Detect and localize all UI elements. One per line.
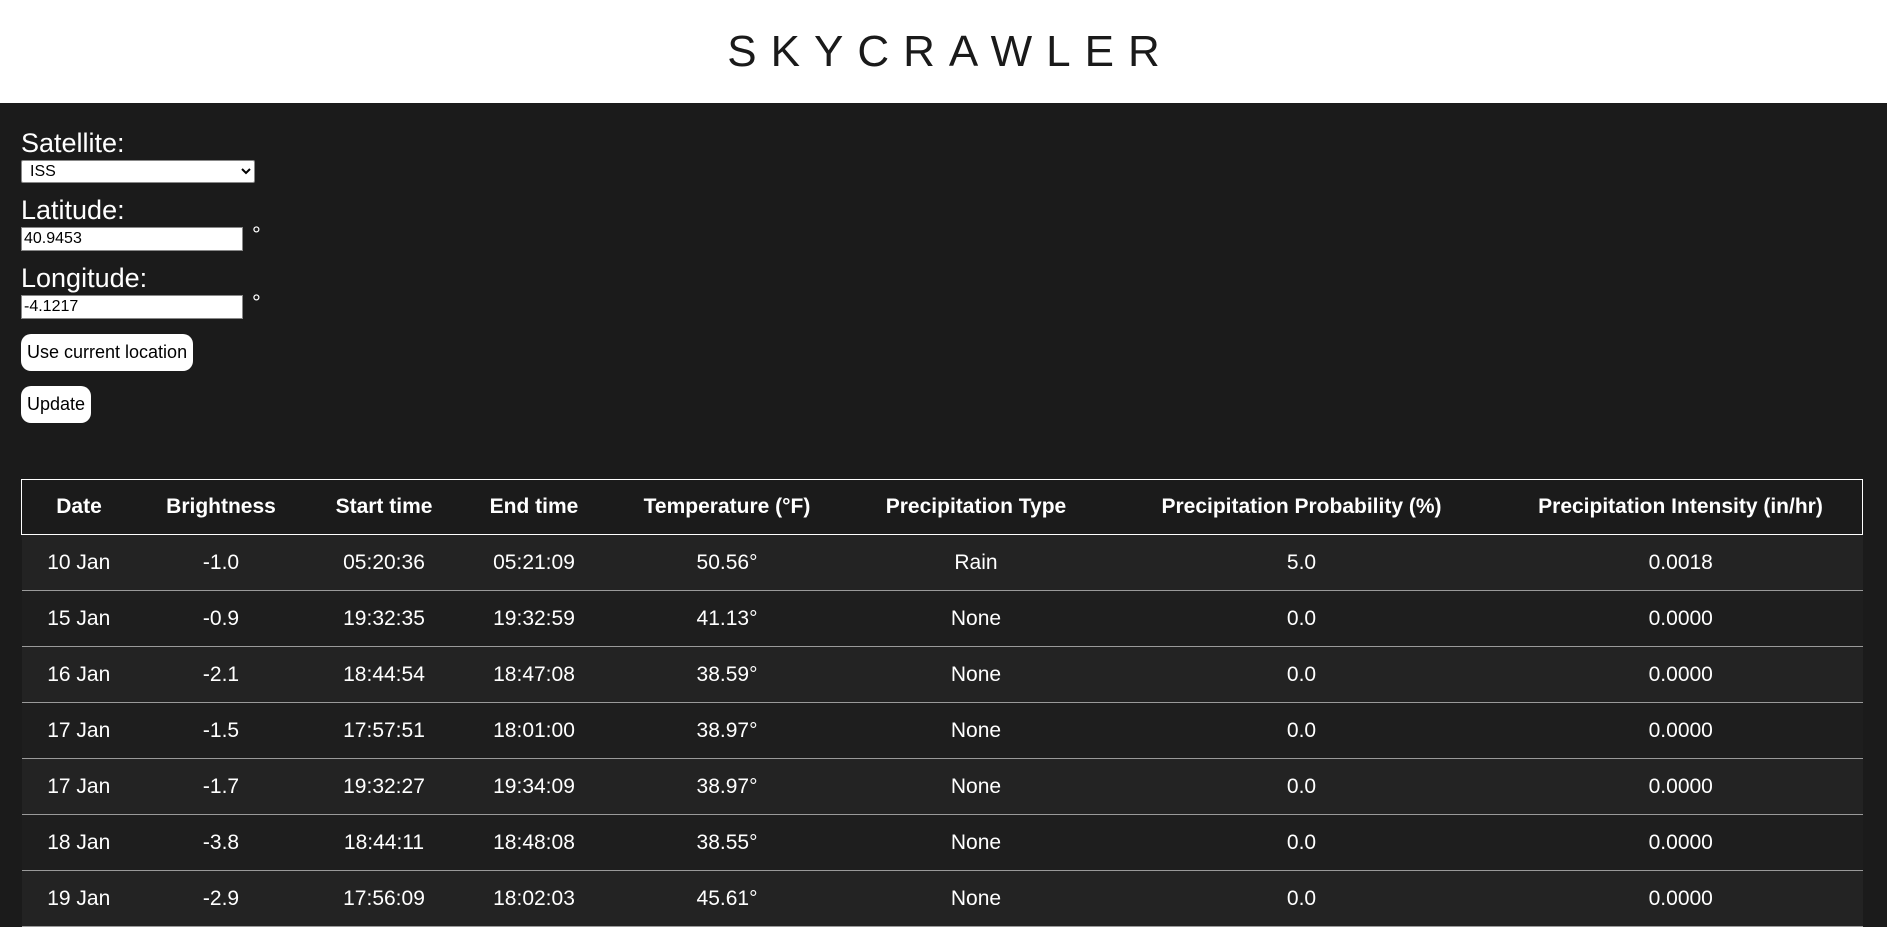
column-header-brightness: Brightness [136, 479, 306, 535]
table-header-row: Date Brightness Start time End time Temp… [21, 479, 1863, 535]
cell-start-time: 19:32:35 [306, 590, 462, 647]
table-row: 15 Jan -0.9 19:32:35 19:32:59 41.13° Non… [21, 590, 1863, 647]
cell-temperature: 41.13° [606, 590, 848, 647]
cell-end-time: 19:32:59 [462, 590, 606, 647]
cell-precipitation-probability: 0.0 [1104, 758, 1499, 815]
cell-brightness: -1.0 [136, 534, 306, 591]
cell-start-time: 17:57:51 [306, 702, 462, 759]
cell-precipitation-type: Rain [848, 534, 1104, 591]
cell-precipitation-probability: 0.0 [1104, 702, 1499, 759]
cell-start-time: 17:56:09 [306, 870, 462, 927]
cell-temperature: 45.61° [606, 870, 848, 927]
table-header: Date Brightness Start time End time Temp… [21, 479, 1863, 535]
cell-temperature: 38.97° [606, 702, 848, 759]
latitude-input[interactable] [21, 227, 243, 251]
table-row: 18 Jan -3.8 18:44:11 18:48:08 38.55° Non… [21, 814, 1863, 871]
cell-start-time: 18:44:11 [306, 814, 462, 871]
cell-date: 17 Jan [21, 758, 136, 815]
cell-end-time: 19:34:09 [462, 758, 606, 815]
cell-brightness: -1.5 [136, 702, 306, 759]
longitude-label: Longitude: [21, 263, 148, 293]
cell-end-time: 05:21:09 [462, 534, 606, 591]
cell-start-time: 18:44:54 [306, 646, 462, 703]
cell-brightness: -2.9 [136, 870, 306, 927]
longitude-row: ° [21, 290, 1887, 319]
cell-precipitation-probability: 0.0 [1104, 814, 1499, 871]
cell-brightness: -2.1 [136, 646, 306, 703]
column-header-precipitation-intensity: Precipitation Intensity (in/hr) [1499, 479, 1863, 535]
app-title: SKYCRAWLER [727, 26, 1174, 76]
cell-precipitation-type: None [848, 870, 1104, 927]
cell-start-time: 05:20:36 [306, 534, 462, 591]
latitude-degree-symbol: ° [252, 222, 261, 247]
use-current-location-button[interactable]: Use current location [21, 334, 194, 371]
column-header-precipitation-probability: Precipitation Probability (%) [1104, 479, 1499, 535]
cell-precipitation-type: None [848, 702, 1104, 759]
cell-precipitation-probability: 0.0 [1104, 646, 1499, 703]
latitude-label: Latitude: [21, 195, 125, 225]
longitude-degree-symbol: ° [252, 290, 261, 315]
cell-temperature: 50.56° [606, 534, 848, 591]
cell-brightness: -0.9 [136, 590, 306, 647]
cell-brightness: -3.8 [136, 814, 306, 871]
cell-date: 19 Jan [21, 870, 136, 927]
cell-temperature: 38.97° [606, 758, 848, 815]
cell-precipitation-probability: 0.0 [1104, 590, 1499, 647]
table-row: 10 Jan -1.0 05:20:36 05:21:09 50.56° Rai… [21, 534, 1863, 591]
satellite-passes-table: Date Brightness Start time End time Temp… [21, 479, 1863, 927]
update-button[interactable]: Update [21, 386, 92, 423]
cell-temperature: 38.55° [606, 814, 848, 871]
table-row: 17 Jan -1.7 19:32:27 19:34:09 38.97° Non… [21, 758, 1863, 815]
cell-date: 16 Jan [21, 646, 136, 703]
satellite-select[interactable]: ISS [21, 160, 255, 183]
cell-precipitation-intensity: 0.0018 [1499, 534, 1863, 591]
table-row: 16 Jan -2.1 18:44:54 18:47:08 38.59° Non… [21, 646, 1863, 703]
column-header-start-time: Start time [306, 479, 462, 535]
cell-brightness: -1.7 [136, 758, 306, 815]
cell-precipitation-intensity: 0.0000 [1499, 702, 1863, 759]
cell-end-time: 18:01:00 [462, 702, 606, 759]
table-row: 19 Jan -2.9 17:56:09 18:02:03 45.61° Non… [21, 870, 1863, 927]
cell-precipitation-type: None [848, 758, 1104, 815]
column-header-end-time: End time [462, 479, 606, 535]
table-row: 17 Jan -1.5 17:57:51 18:01:00 38.97° Non… [21, 702, 1863, 759]
cell-precipitation-intensity: 0.0000 [1499, 870, 1863, 927]
cell-precipitation-intensity: 0.0000 [1499, 814, 1863, 871]
latitude-row: ° [21, 222, 1887, 251]
cell-date: 10 Jan [21, 534, 136, 591]
cell-precipitation-type: None [848, 590, 1104, 647]
cell-precipitation-type: None [848, 814, 1104, 871]
cell-precipitation-type: None [848, 646, 1104, 703]
column-header-date: Date [21, 479, 136, 535]
cell-date: 15 Jan [21, 590, 136, 647]
cell-precipitation-intensity: 0.0000 [1499, 646, 1863, 703]
cell-end-time: 18:48:08 [462, 814, 606, 871]
app-header: SKYCRAWLER [0, 0, 1887, 103]
cell-date: 17 Jan [21, 702, 136, 759]
table-body: 10 Jan -1.0 05:20:36 05:21:09 50.56° Rai… [21, 534, 1863, 927]
cell-end-time: 18:47:08 [462, 646, 606, 703]
cell-end-time: 18:02:03 [462, 870, 606, 927]
column-header-temperature: Temperature (°F) [606, 479, 848, 535]
cell-precipitation-intensity: 0.0000 [1499, 590, 1863, 647]
cell-precipitation-probability: 5.0 [1104, 534, 1499, 591]
satellite-label: Satellite: [21, 128, 125, 158]
column-header-precipitation-type: Precipitation Type [848, 479, 1104, 535]
longitude-input[interactable] [21, 295, 243, 319]
cell-precipitation-probability: 0.0 [1104, 870, 1499, 927]
cell-temperature: 38.59° [606, 646, 848, 703]
cell-start-time: 19:32:27 [306, 758, 462, 815]
cell-precipitation-intensity: 0.0000 [1499, 758, 1863, 815]
location-form: Satellite: ISS Latitude: ° Longitude: ° … [0, 103, 1887, 423]
cell-date: 18 Jan [21, 814, 136, 871]
